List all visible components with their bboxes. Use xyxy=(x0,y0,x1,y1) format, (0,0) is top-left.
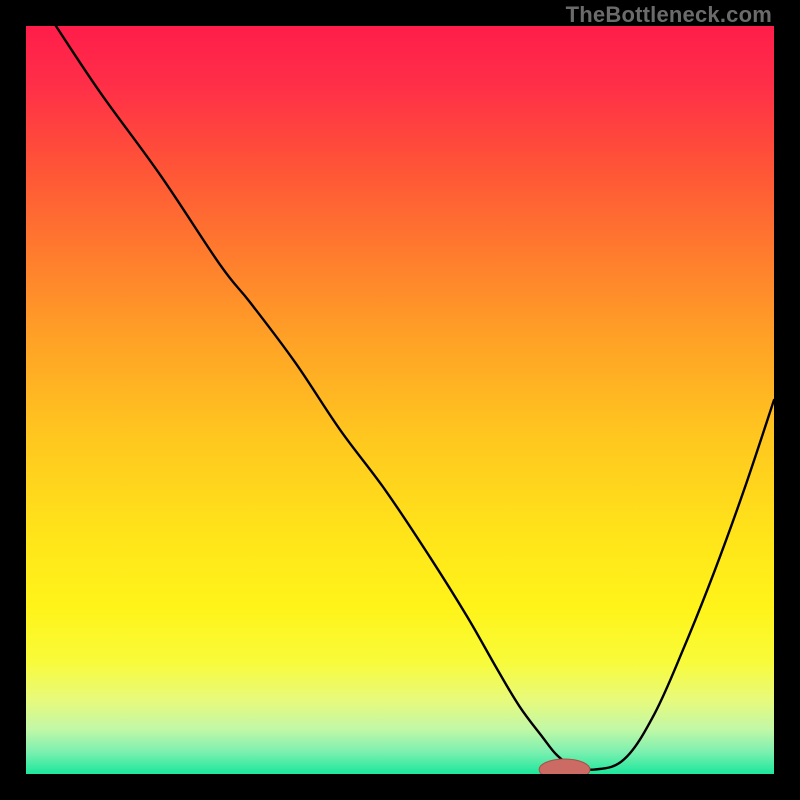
bottleneck-chart xyxy=(26,26,774,774)
chart-background xyxy=(26,26,774,774)
plot-area xyxy=(26,26,774,774)
watermark-text: TheBottleneck.com xyxy=(566,2,772,28)
chart-frame: TheBottleneck.com xyxy=(0,0,800,800)
